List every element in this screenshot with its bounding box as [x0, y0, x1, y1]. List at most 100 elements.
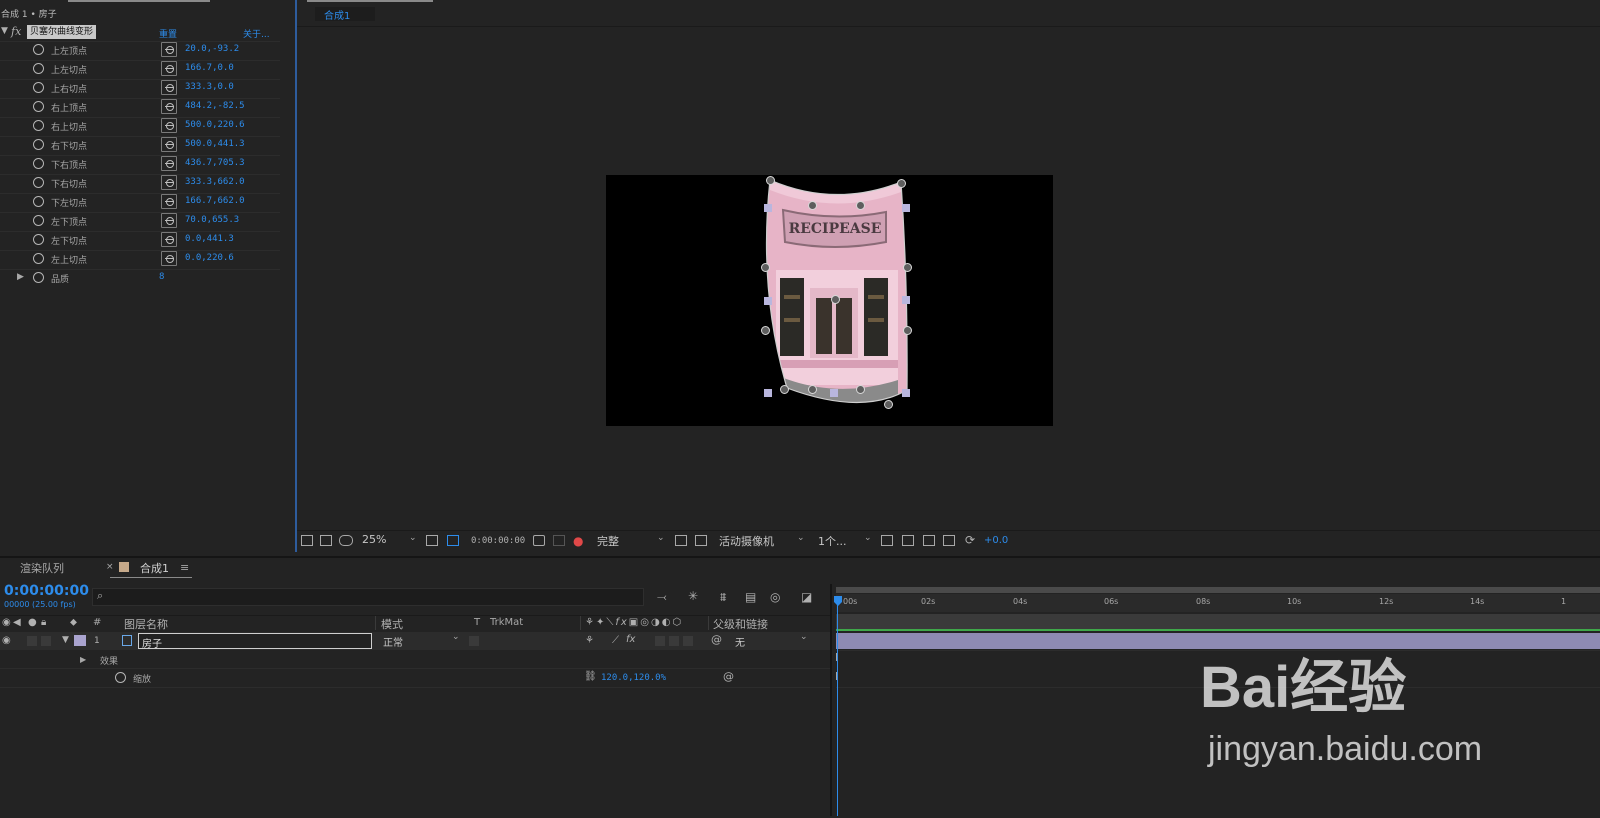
playhead-line[interactable] [837, 604, 838, 816]
param-value[interactable]: 166.7,0.0 [185, 63, 234, 73]
time-ruler[interactable] [836, 594, 1600, 612]
work-area-bar[interactable] [836, 587, 1600, 593]
solo-toggle[interactable] [27, 636, 37, 646]
param-row[interactable]: 右上顶点 484.2,-82.5 [0, 98, 280, 118]
expand-triangle-icon[interactable]: ▼ [62, 635, 69, 645]
vertex-knob[interactable] [766, 176, 775, 185]
reset-link[interactable]: 重置 [159, 27, 177, 40]
graph-editor-icon[interactable]: ◪ [801, 590, 812, 604]
crosshair-point-icon[interactable] [161, 156, 177, 171]
camera-snapshot-icon[interactable] [533, 535, 545, 546]
layer-name-field[interactable]: 房子 [138, 633, 372, 650]
param-value[interactable]: 500.0,220.6 [185, 120, 245, 130]
3d-switch[interactable] [683, 636, 693, 646]
quality-switch-icon[interactable]: ⟋ [612, 635, 619, 646]
motion-blur-icon[interactable]: ◎ [770, 590, 780, 604]
views-dropdown[interactable]: 1个... ⌄ [818, 533, 872, 549]
col-t[interactable]: T [474, 617, 480, 628]
vertex-knob[interactable] [780, 385, 789, 394]
export-frame-icon[interactable] [902, 535, 914, 546]
always-preview-icon[interactable] [301, 535, 313, 546]
crosshair-point-icon[interactable] [161, 118, 177, 133]
param-row[interactable]: 上右切点 333.3,0.0 [0, 79, 280, 99]
motion-blur-switch[interactable] [655, 636, 665, 646]
reset-exposure-icon[interactable]: ⟳ [965, 533, 975, 547]
param-value[interactable]: 166.7,662.0 [185, 196, 245, 206]
bezier-handle[interactable] [764, 297, 772, 305]
vertex-knob[interactable] [897, 179, 906, 188]
param-row[interactable]: 上左切点 166.7,0.0 [0, 60, 280, 80]
frame-blending-icon[interactable]: ▤ [745, 590, 756, 604]
stopwatch-icon[interactable] [33, 215, 44, 226]
bezier-handle[interactable] [902, 389, 910, 397]
tangent-knob[interactable] [808, 385, 817, 394]
stopwatch-icon[interactable] [33, 272, 44, 283]
param-value[interactable]: 20.0,-93.2 [185, 44, 239, 54]
transparency-grid-icon[interactable] [695, 535, 707, 546]
crosshair-point-icon[interactable] [161, 42, 177, 57]
render-queue-tab[interactable]: 渲染队列 [20, 560, 64, 576]
parent-dropdown[interactable]: 无 ⌄ [732, 632, 812, 649]
center-knob[interactable] [831, 295, 840, 304]
zoom-dropdown[interactable]: 25% ⌄ [362, 533, 417, 546]
crosshair-point-icon[interactable] [161, 61, 177, 76]
bezier-handle[interactable] [902, 204, 910, 212]
param-value[interactable]: 484.2,-82.5 [185, 101, 245, 111]
param-row[interactable]: 右下切点 500.0,441.3 [0, 136, 280, 156]
bezier-handle[interactable] [902, 296, 910, 304]
stopwatch-icon[interactable] [33, 120, 44, 131]
comp-timeline-tab[interactable]: 合成1 [140, 560, 169, 576]
param-value[interactable]: 8 [159, 272, 164, 282]
layer-name[interactable]: 房子 [142, 635, 162, 650]
about-link[interactable]: 关于... [243, 27, 270, 40]
exposure-value[interactable]: +0.0 [984, 535, 1008, 546]
param-row[interactable]: 左下切点 0.0,441.3 [0, 231, 280, 251]
label-tag-icon[interactable]: ⬥ [70, 617, 77, 628]
param-row[interactable]: 左上切点 0.0,220.6 [0, 250, 280, 270]
param-row[interactable]: 上左顶点 20.0,-93.2 [0, 41, 280, 61]
crosshair-point-icon[interactable] [161, 137, 177, 152]
effect-name[interactable]: 贝塞尔曲线变形 [27, 25, 97, 39]
monitor-icon[interactable] [320, 535, 332, 546]
stopwatch-icon[interactable] [115, 672, 126, 683]
param-value[interactable]: 333.3,662.0 [185, 177, 245, 187]
adjustment-switch[interactable] [669, 636, 679, 646]
region-of-interest-icon[interactable] [447, 535, 459, 546]
effects-group-label[interactable]: 效果 [100, 654, 118, 667]
mask-visibility-icon[interactable] [339, 535, 353, 546]
tangent-knob[interactable] [761, 263, 770, 272]
tangent-knob[interactable] [903, 263, 912, 272]
param-row[interactable]: 右上切点 500.0,220.6 [0, 117, 280, 137]
shy-switch-icon[interactable]: ⚘ [585, 635, 594, 646]
eye-icon[interactable]: ◉ [2, 617, 11, 628]
collapse-triangle-icon[interactable]: ▼ [1, 26, 8, 36]
solo-icon[interactable]: ● [28, 617, 37, 628]
tab-menu-icon[interactable]: ≡ [180, 561, 189, 574]
crosshair-point-icon[interactable] [161, 99, 177, 114]
scale-value[interactable]: 120.0,120.0% [601, 673, 666, 683]
timeline-icon[interactable] [923, 535, 935, 546]
param-value[interactable]: 0.0,441.3 [185, 234, 234, 244]
stopwatch-icon[interactable] [33, 177, 44, 188]
param-row[interactable]: 下左切点 166.7,662.0 [0, 193, 280, 213]
fit-icon[interactable] [426, 535, 438, 546]
color-channel-icon[interactable]: ● [573, 534, 583, 548]
vertex-knob[interactable] [884, 400, 893, 409]
stopwatch-icon[interactable] [33, 82, 44, 93]
stopwatch-icon[interactable] [33, 253, 44, 264]
param-value[interactable]: 436.7,705.3 [185, 158, 245, 168]
comp-tab-label[interactable]: 合成1 [324, 7, 350, 22]
panel-splitter[interactable] [830, 584, 832, 816]
col-mode[interactable]: 模式 [381, 616, 403, 632]
param-row[interactable]: 下右顶点 436.7,705.3 [0, 155, 280, 175]
show-snapshot-icon[interactable] [553, 535, 565, 546]
col-trkmat[interactable]: TrkMat [490, 617, 523, 628]
audio-icon[interactable]: ◀ [13, 617, 21, 628]
crosshair-point-icon[interactable] [161, 194, 177, 209]
stopwatch-icon[interactable] [33, 44, 44, 55]
crosshair-point-icon[interactable] [161, 232, 177, 247]
lock-icon[interactable]: 🔒︎ [41, 617, 46, 628]
flowchart-icon[interactable] [943, 535, 955, 546]
stopwatch-icon[interactable] [33, 63, 44, 74]
crosshair-point-icon[interactable] [161, 175, 177, 190]
